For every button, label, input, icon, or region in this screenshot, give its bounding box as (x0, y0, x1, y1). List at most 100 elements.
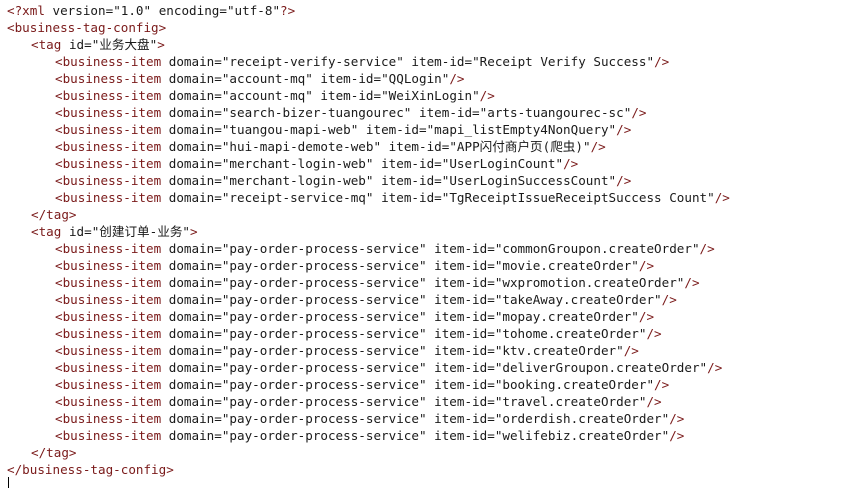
tag-close: </tag> (31, 445, 77, 460)
item-id-value: "tohome.createOrder" (494, 326, 647, 341)
item-id-value: "UserLoginCount" (441, 156, 564, 171)
tag-open-gt: > (190, 224, 198, 239)
business-item-prefix: <business-item (55, 326, 162, 341)
self-close: /> (661, 292, 677, 307)
root-open-tag: <business-tag-config> (7, 20, 167, 35)
item-id-attr: item-id= (434, 326, 495, 341)
domain-value: "pay-order-process-service" (221, 258, 427, 273)
tag-open-prefix: <tag (31, 224, 62, 239)
xml-decl-name: xml (22, 3, 45, 18)
domain-attr: domain= (168, 343, 222, 358)
business-item-prefix: <business-item (55, 275, 162, 290)
tag-id-attr: id= (68, 37, 92, 52)
item-id-attr: item-id= (434, 377, 495, 392)
self-close: /> (684, 275, 700, 290)
item-id-attr: item-id= (388, 139, 450, 154)
business-item-line: <business-item domain="pay-order-process… (7, 325, 730, 342)
business-item-line: <business-item domain="pay-order-process… (7, 308, 730, 325)
domain-value: "pay-order-process-service" (221, 377, 427, 392)
item-id-attr: item-id= (381, 190, 442, 205)
domain-value: "pay-order-process-service" (221, 428, 427, 443)
text-cursor (8, 477, 9, 488)
xml-encoding-value: "utf-8" (226, 3, 281, 18)
domain-attr: domain= (168, 411, 222, 426)
business-item-line: <business-item domain="merchant-login-we… (7, 172, 730, 189)
business-item-line: <business-item domain="pay-order-process… (7, 359, 730, 376)
item-id-attr: item-id= (411, 54, 473, 69)
business-item-prefix: <business-item (55, 139, 162, 154)
domain-value: "search-bizer-tuangourec" (221, 105, 412, 120)
domain-attr: domain= (168, 173, 222, 188)
item-id-attr: item-id= (434, 411, 495, 426)
item-id-value: "arts-tuangourec-sc" (479, 105, 632, 120)
domain-value: "hui-mapi-demote-web" (221, 139, 382, 154)
item-id-value: "wxpromotion.createOrder" (494, 275, 685, 290)
domain-attr: domain= (168, 241, 222, 256)
xml-encoding-attr: encoding= (158, 3, 227, 18)
tag-close-line: </tag> (7, 206, 730, 223)
business-item-line: <business-item domain="pay-order-process… (7, 274, 730, 291)
business-item-prefix: <business-item (55, 241, 162, 256)
business-item-prefix: <business-item (55, 411, 162, 426)
item-id-attr: item-id= (434, 343, 495, 358)
item-id-value: "mapi_listEmpty4NonQuery" (426, 122, 617, 137)
tag-groups: <tag id="业务大盘"> <business-item domain="re… (7, 36, 730, 461)
item-id-value: "travel.createOrder" (494, 394, 647, 409)
self-close: /> (669, 411, 685, 426)
business-item-line: <business-item domain="pay-order-process… (7, 393, 730, 410)
root-close-tag: </business-tag-config> (7, 462, 174, 477)
code-editor[interactable]: <?xml version="1.0" encoding="utf-8"?> <… (0, 0, 860, 488)
tag-open-prefix: <tag (31, 37, 62, 52)
item-id-value: "QQLogin" (381, 71, 450, 86)
self-close: /> (646, 394, 662, 409)
self-close: /> (654, 54, 670, 69)
business-item-line: <business-item domain="pay-order-process… (7, 240, 730, 257)
item-id-value: "TgReceiptIssueReceiptSuccess Count" (441, 190, 715, 205)
self-close: /> (631, 105, 647, 120)
item-id-value: "booking.createOrder" (494, 377, 655, 392)
business-item-prefix: <business-item (55, 377, 162, 392)
tag-close-line: </tag> (7, 444, 730, 461)
domain-attr: domain= (168, 54, 222, 69)
domain-attr: domain= (168, 360, 222, 375)
self-close: /> (449, 71, 465, 86)
business-item-line: <business-item domain="pay-order-process… (7, 376, 730, 393)
business-item-prefix: <business-item (55, 54, 162, 69)
business-item-line: <business-item domain="receipt-service-m… (7, 189, 730, 206)
xml-version-attr: version= (52, 3, 114, 18)
domain-value: "pay-order-process-service" (221, 292, 427, 307)
item-id-attr: item-id= (365, 122, 427, 137)
self-close: /> (616, 122, 632, 137)
business-item-prefix: <business-item (55, 394, 162, 409)
domain-value: "account-mq" (221, 71, 313, 86)
domain-value: "merchant-login-web" (221, 173, 374, 188)
business-item-line: <business-item domain="hui-mapi-demote-w… (7, 138, 730, 155)
business-item-line: <business-item domain="account-mq" item-… (7, 87, 730, 104)
business-item-line: <business-item domain="pay-order-process… (7, 410, 730, 427)
business-item-prefix: <business-item (55, 173, 162, 188)
self-close: /> (699, 241, 715, 256)
item-id-value: "Receipt Verify Success" (472, 54, 655, 69)
business-item-line: <business-item domain="pay-order-process… (7, 427, 730, 444)
xml-decl-close: ?> (280, 3, 296, 18)
domain-value: "pay-order-process-service" (221, 394, 427, 409)
tag-open-line: <tag id="业务大盘"> (7, 36, 730, 53)
domain-attr: domain= (168, 156, 222, 171)
root-open-line: <business-tag-config> (7, 19, 730, 36)
business-item-prefix: <business-item (55, 88, 162, 103)
business-item-line: <business-item domain="pay-order-process… (7, 257, 730, 274)
item-id-value: "mopay.createOrder" (494, 309, 639, 324)
business-item-line: <business-item domain="account-mq" item-… (7, 70, 730, 87)
domain-value: "merchant-login-web" (221, 156, 374, 171)
tag-open-gt: > (157, 37, 165, 52)
business-item-line: <business-item domain="search-bizer-tuan… (7, 104, 730, 121)
domain-value: "pay-order-process-service" (221, 241, 427, 256)
item-id-attr: item-id= (434, 428, 495, 443)
self-close: /> (714, 190, 730, 205)
item-id-attr: item-id= (434, 309, 495, 324)
self-close: /> (638, 258, 655, 273)
item-id-value: "commonGroupon.createOrder" (494, 241, 700, 256)
item-id-attr: item-id= (418, 105, 480, 120)
domain-attr: domain= (168, 428, 222, 443)
business-item-prefix: <business-item (55, 428, 162, 443)
